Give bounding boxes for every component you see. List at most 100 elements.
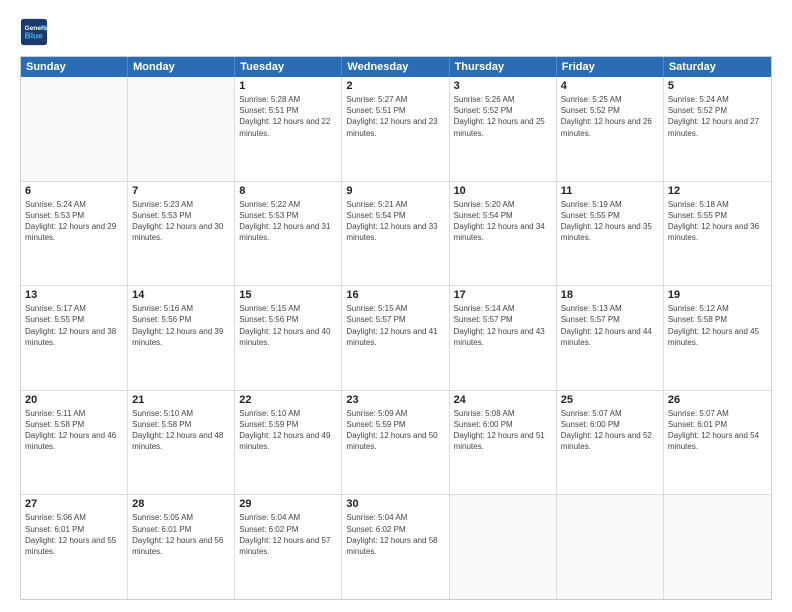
calendar-page: General Blue SundayMondayTuesdayWednesda… bbox=[0, 0, 792, 612]
cell-info: Sunrise: 5:12 AM Sunset: 5:58 PM Dayligh… bbox=[668, 303, 767, 348]
cell-info: Sunrise: 5:06 AM Sunset: 6:01 PM Dayligh… bbox=[25, 512, 123, 557]
calendar-cell: 22Sunrise: 5:10 AM Sunset: 5:59 PM Dayli… bbox=[235, 391, 342, 495]
calendar-cell: 25 Sunrise: 5:07 AM Sunset: 6:00 PM Dayli… bbox=[557, 391, 664, 495]
cell-info: Sunrise: 5:19 AM Sunset: 5:55 PM Dayligh… bbox=[561, 199, 659, 244]
calendar-cell: 5 Sunrise: 5:24 AM Sunset: 5:52 PM Daylig… bbox=[664, 77, 771, 181]
day-number: 2 bbox=[346, 80, 444, 92]
day-number: 11 bbox=[561, 185, 659, 197]
cell-info: Sunrise: 5:20 AM Sunset: 5:54 PM Dayligh… bbox=[454, 199, 552, 244]
cell-info: Sunrise: 5:04 AM Sunset: 6:02 PM Dayligh… bbox=[346, 512, 444, 557]
calendar-cell: 4 Sunrise: 5:25 AM Sunset: 5:52 PM Daylig… bbox=[557, 77, 664, 181]
calendar-cell: 27Sunrise: 5:06 AM Sunset: 6:01 PM Dayli… bbox=[21, 495, 128, 599]
day-number: 30 bbox=[346, 498, 444, 510]
cell-info: Sunrise: 5:24 AM Sunset: 5:52 PM Dayligh… bbox=[668, 94, 767, 139]
weekday-header: Tuesday bbox=[235, 57, 342, 77]
calendar-cell bbox=[450, 495, 557, 599]
day-number: 9 bbox=[346, 185, 444, 197]
calendar-cell: 10 Sunrise: 5:20 AM Sunset: 5:54 PM Dayli… bbox=[450, 182, 557, 286]
day-number: 1 bbox=[239, 80, 337, 92]
svg-text:Blue: Blue bbox=[25, 31, 43, 41]
cell-info: Sunrise: 5:23 AM Sunset: 5:53 PM Dayligh… bbox=[132, 199, 230, 244]
day-number: 3 bbox=[454, 80, 552, 92]
calendar-cell: 15 Sunrise: 5:15 AM Sunset: 5:56 PM Dayli… bbox=[235, 286, 342, 390]
calendar-cell: 7 Sunrise: 5:23 AM Sunset: 5:53 PM Daylig… bbox=[128, 182, 235, 286]
calendar-cell: 16Sunrise: 5:15 AM Sunset: 5:57 PM Dayli… bbox=[342, 286, 449, 390]
cell-info: Sunrise: 5:24 AM Sunset: 5:53 PM Dayligh… bbox=[25, 199, 123, 244]
calendar-cell: 30 Sunrise: 5:04 AM Sunset: 6:02 PM Dayli… bbox=[342, 495, 449, 599]
day-number: 22 bbox=[239, 394, 337, 406]
calendar-cell: 11 Sunrise: 5:19 AM Sunset: 5:55 PM Dayli… bbox=[557, 182, 664, 286]
calendar-cell: 29 Sunrise: 5:04 AM Sunset: 6:02 PM Dayli… bbox=[235, 495, 342, 599]
calendar-cell: 28 Sunrise: 5:05 AM Sunset: 6:01 PM Dayli… bbox=[128, 495, 235, 599]
calendar-cell: 19 Sunrise: 5:12 AM Sunset: 5:58 PM Dayli… bbox=[664, 286, 771, 390]
day-number: 28 bbox=[132, 498, 230, 510]
day-number: 4 bbox=[561, 80, 659, 92]
weekday-header: Thursday bbox=[450, 57, 557, 77]
logo-icon: General Blue bbox=[20, 18, 48, 46]
day-number: 24 bbox=[454, 394, 552, 406]
day-number: 17 bbox=[454, 289, 552, 301]
cell-info: Sunrise: 5:28 AM Sunset: 5:51 PM Dayligh… bbox=[239, 94, 337, 139]
calendar-row: 13Sunrise: 5:17 AM Sunset: 5:55 PM Dayli… bbox=[21, 286, 771, 391]
calendar-cell: 18 Sunrise: 5:13 AM Sunset: 5:57 PM Dayli… bbox=[557, 286, 664, 390]
day-number: 23 bbox=[346, 394, 444, 406]
calendar-cell: 1 Sunrise: 5:28 AM Sunset: 5:51 PM Daylig… bbox=[235, 77, 342, 181]
weekday-header: Saturday bbox=[664, 57, 771, 77]
weekday-header: Monday bbox=[128, 57, 235, 77]
day-number: 5 bbox=[668, 80, 767, 92]
cell-info: Sunrise: 5:18 AM Sunset: 5:55 PM Dayligh… bbox=[668, 199, 767, 244]
calendar-cell: 13Sunrise: 5:17 AM Sunset: 5:55 PM Dayli… bbox=[21, 286, 128, 390]
day-number: 8 bbox=[239, 185, 337, 197]
day-number: 25 bbox=[561, 394, 659, 406]
cell-info: Sunrise: 5:27 AM Sunset: 5:51 PM Dayligh… bbox=[346, 94, 444, 139]
day-number: 14 bbox=[132, 289, 230, 301]
cell-info: Sunrise: 5:14 AM Sunset: 5:57 PM Dayligh… bbox=[454, 303, 552, 348]
day-number: 15 bbox=[239, 289, 337, 301]
logo: General Blue bbox=[20, 18, 52, 46]
calendar-cell bbox=[128, 77, 235, 181]
calendar: SundayMondayTuesdayWednesdayThursdayFrid… bbox=[20, 56, 772, 600]
cell-info: Sunrise: 5:22 AM Sunset: 5:53 PM Dayligh… bbox=[239, 199, 337, 244]
cell-info: Sunrise: 5:15 AM Sunset: 5:57 PM Dayligh… bbox=[346, 303, 444, 348]
calendar-row: 20Sunrise: 5:11 AM Sunset: 5:58 PM Dayli… bbox=[21, 391, 771, 496]
day-number: 18 bbox=[561, 289, 659, 301]
calendar-cell: 21Sunrise: 5:10 AM Sunset: 5:58 PM Dayli… bbox=[128, 391, 235, 495]
calendar-cell: 12 Sunrise: 5:18 AM Sunset: 5:55 PM Dayli… bbox=[664, 182, 771, 286]
day-number: 13 bbox=[25, 289, 123, 301]
cell-info: Sunrise: 5:09 AM Sunset: 5:59 PM Dayligh… bbox=[346, 408, 444, 453]
calendar-header: SundayMondayTuesdayWednesdayThursdayFrid… bbox=[21, 57, 771, 77]
cell-info: Sunrise: 5:21 AM Sunset: 5:54 PM Dayligh… bbox=[346, 199, 444, 244]
day-number: 19 bbox=[668, 289, 767, 301]
cell-info: Sunrise: 5:15 AM Sunset: 5:56 PM Dayligh… bbox=[239, 303, 337, 348]
calendar-cell: 17 Sunrise: 5:14 AM Sunset: 5:57 PM Dayli… bbox=[450, 286, 557, 390]
calendar-cell: 9 Sunrise: 5:21 AM Sunset: 5:54 PM Daylig… bbox=[342, 182, 449, 286]
day-number: 6 bbox=[25, 185, 123, 197]
weekday-header: Friday bbox=[557, 57, 664, 77]
calendar-cell: 14Sunrise: 5:16 AM Sunset: 5:56 PM Dayli… bbox=[128, 286, 235, 390]
calendar-cell bbox=[664, 495, 771, 599]
header: General Blue bbox=[20, 18, 772, 46]
cell-info: Sunrise: 5:25 AM Sunset: 5:52 PM Dayligh… bbox=[561, 94, 659, 139]
calendar-cell: 6 Sunrise: 5:24 AM Sunset: 5:53 PM Daylig… bbox=[21, 182, 128, 286]
calendar-row: 6 Sunrise: 5:24 AM Sunset: 5:53 PM Daylig… bbox=[21, 182, 771, 287]
calendar-cell: 20Sunrise: 5:11 AM Sunset: 5:58 PM Dayli… bbox=[21, 391, 128, 495]
calendar-row: 27Sunrise: 5:06 AM Sunset: 6:01 PM Dayli… bbox=[21, 495, 771, 599]
day-number: 29 bbox=[239, 498, 337, 510]
weekday-header: Sunday bbox=[21, 57, 128, 77]
day-number: 12 bbox=[668, 185, 767, 197]
day-number: 21 bbox=[132, 394, 230, 406]
calendar-row: 1 Sunrise: 5:28 AM Sunset: 5:51 PM Daylig… bbox=[21, 77, 771, 182]
cell-info: Sunrise: 5:26 AM Sunset: 5:52 PM Dayligh… bbox=[454, 94, 552, 139]
cell-info: Sunrise: 5:05 AM Sunset: 6:01 PM Dayligh… bbox=[132, 512, 230, 557]
day-number: 7 bbox=[132, 185, 230, 197]
cell-info: Sunrise: 5:13 AM Sunset: 5:57 PM Dayligh… bbox=[561, 303, 659, 348]
calendar-cell: 24 Sunrise: 5:08 AM Sunset: 6:00 PM Dayli… bbox=[450, 391, 557, 495]
cell-info: Sunrise: 5:07 AM Sunset: 6:00 PM Dayligh… bbox=[561, 408, 659, 453]
day-number: 10 bbox=[454, 185, 552, 197]
cell-info: Sunrise: 5:08 AM Sunset: 6:00 PM Dayligh… bbox=[454, 408, 552, 453]
calendar-cell: 26Sunrise: 5:07 AM Sunset: 6:01 PM Dayli… bbox=[664, 391, 771, 495]
calendar-cell: 3 Sunrise: 5:26 AM Sunset: 5:52 PM Daylig… bbox=[450, 77, 557, 181]
calendar-body: 1 Sunrise: 5:28 AM Sunset: 5:51 PM Daylig… bbox=[21, 77, 771, 599]
weekday-header: Wednesday bbox=[342, 57, 449, 77]
cell-info: Sunrise: 5:04 AM Sunset: 6:02 PM Dayligh… bbox=[239, 512, 337, 557]
